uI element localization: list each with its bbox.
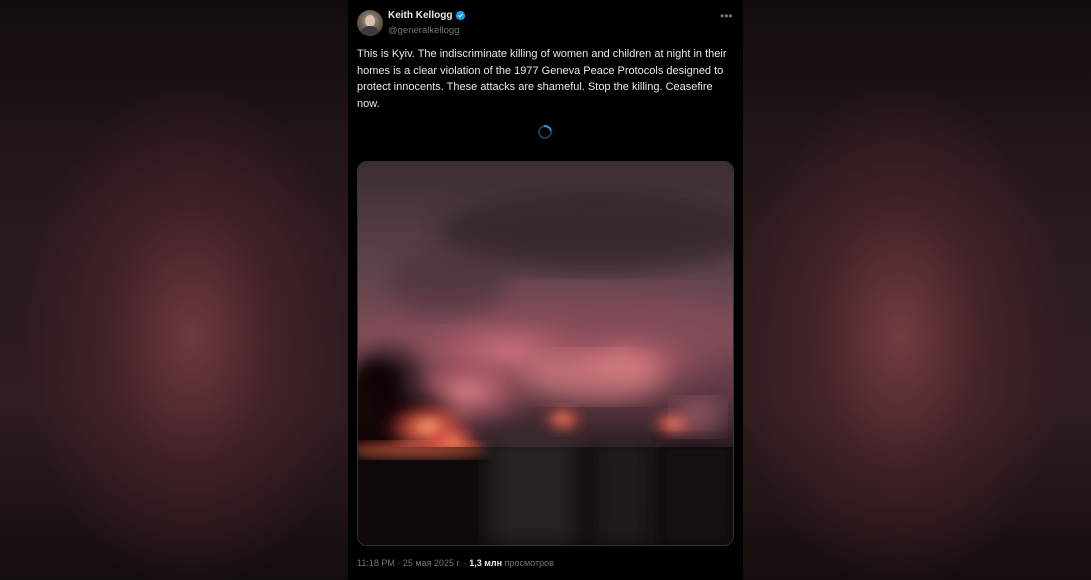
author-handle[interactable]: @generalkellogg — [388, 25, 459, 36]
tweet-media-image[interactable] — [357, 161, 734, 546]
views-label: просмотров — [504, 558, 554, 568]
avatar-body — [361, 26, 379, 36]
avatar[interactable] — [357, 10, 383, 36]
tweet-meta: 11:18 PM · 25 мая 2025 г. · 1,3 млн прос… — [357, 558, 554, 568]
blurred-background-left — [0, 0, 348, 580]
tweet-date[interactable]: 25 мая 2025 г. — [403, 558, 461, 568]
tweet-card: Keith Kellogg @generalkellogg ••• This i… — [348, 0, 743, 580]
tweet-text: This is Kyiv. The indiscriminate killing… — [357, 48, 727, 110]
fire-night-photo — [358, 162, 733, 545]
verified-badge-icon — [456, 10, 466, 21]
more-options-icon[interactable]: ••• — [720, 9, 733, 23]
blurred-background-right — [743, 0, 1091, 580]
meta-separator-2: · — [463, 558, 467, 568]
tweet-time[interactable]: 11:18 PM — [357, 558, 395, 568]
loading-spinner-icon — [535, 122, 555, 142]
author-name-row: Keith Kellogg — [388, 10, 466, 21]
meta-separator: · — [397, 558, 401, 568]
views-count: 1,3 млн — [469, 558, 503, 568]
author-display-name[interactable]: Keith Kellogg — [388, 10, 452, 21]
